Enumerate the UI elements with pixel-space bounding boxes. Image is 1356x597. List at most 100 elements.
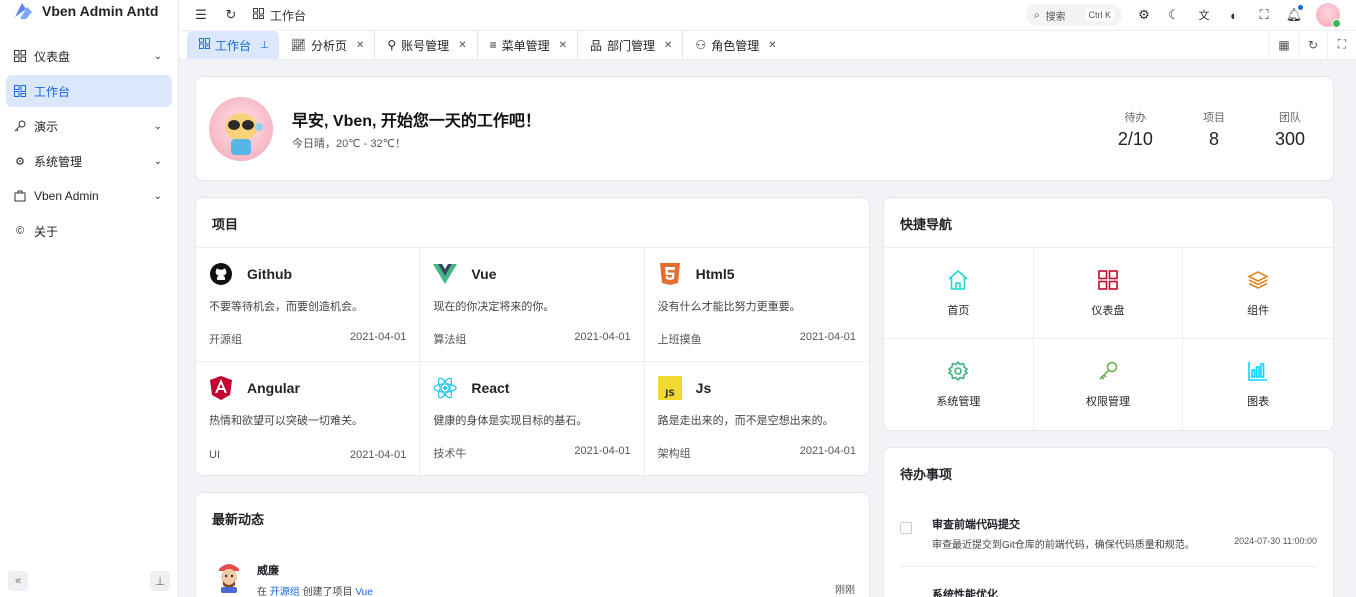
tab-bar: 工作台 ⊥ 📈︎ 分析页 ✕ ⚲ 账号管理 ✕ ≡ 菜单管理 ✕ 品 部门管理 … <box>179 30 1356 60</box>
tab-analytics[interactable]: 📈︎ 分析页 ✕ <box>279 31 376 59</box>
activity-prefix: 在 <box>257 587 267 597</box>
project-item[interactable]: JS Js 路是走出来的，而不是空想出来的。 架构组 2021-04-01 <box>645 362 869 476</box>
dashboard-icon <box>1097 269 1119 294</box>
theme-color-icon[interactable]: ◐ <box>1226 7 1242 23</box>
quick-nav-permissions[interactable]: 权限管理 <box>1034 339 1184 430</box>
todo-title: 系统性能优化 <box>932 589 998 597</box>
stat-label: 待办 <box>1124 112 1147 124</box>
moon-icon[interactable]: ☾ <box>1166 7 1182 23</box>
close-icon[interactable]: ✕ <box>664 40 672 51</box>
chevron-down-icon: ⌄ <box>153 120 162 132</box>
sidebar-item-vben-admin[interactable]: Vben Admin ⌄ <box>6 180 172 212</box>
refresh-icon[interactable]: ↻ <box>1298 30 1327 59</box>
settings-icon[interactable]: ⚙ <box>1136 7 1152 23</box>
project-item[interactable]: Vue 现在的你决定将来的你。 算法组 2021-04-01 <box>420 248 645 362</box>
close-icon[interactable]: ✕ <box>559 40 567 51</box>
pin-icon[interactable]: ⊥ <box>260 40 269 51</box>
card-title: 待办事项 <box>900 467 953 482</box>
welcome-subtitle: 今日晴，20℃ - 32℃！ <box>292 138 406 150</box>
app-title: Vben Admin Antd <box>42 3 159 19</box>
sidebar-item-label: 工作台 <box>34 84 71 99</box>
tab-workspace[interactable]: 工作台 ⊥ <box>187 31 279 59</box>
tab-accounts[interactable]: ⚲ 账号管理 ✕ <box>375 31 478 59</box>
sidebar-item-system[interactable]: ⚙ 系统管理 ⌄ <box>6 145 172 177</box>
github-icon <box>209 262 233 286</box>
quick-nav-system[interactable]: 系统管理 <box>884 339 1034 430</box>
search-button[interactable]: ⌕ 搜索 Ctrl K <box>1026 4 1122 26</box>
key-icon <box>14 120 26 132</box>
project-item[interactable]: Angular 热情和欲望可以突破一切难关。 UI 2021-04-01 <box>196 361 421 475</box>
avatar <box>209 97 273 161</box>
close-icon[interactable]: ✕ <box>768 40 776 51</box>
menu-toggle-icon[interactable]: ☰ <box>193 7 209 23</box>
tab-departments[interactable]: 品 部门管理 ✕ <box>578 31 684 59</box>
app-logo[interactable]: Vben Admin Antd <box>0 0 178 22</box>
fullscreen-icon[interactable]: ⛶ <box>1256 7 1272 23</box>
activity-target-link[interactable]: Vue <box>355 587 372 597</box>
project-item[interactable]: Github 不要等待机会，而要创造机会。 开源组 2021-04-01 <box>196 248 421 362</box>
project-name: Html5 <box>695 266 735 282</box>
gear-icon: ⚙ <box>15 155 25 168</box>
activity-group-link[interactable]: 开源组 <box>270 587 300 597</box>
user-avatar[interactable] <box>1316 3 1341 28</box>
tab-label: 工作台 <box>215 38 252 53</box>
collapse-sidebar-icon[interactable]: « <box>8 571 28 591</box>
grid-icon[interactable]: ▦ <box>1269 30 1298 59</box>
card-title: 最新动态 <box>212 512 265 527</box>
translate-icon[interactable]: 文 <box>1196 7 1212 23</box>
tab-menus[interactable]: ≡ 菜单管理 ✕ <box>478 31 578 59</box>
sidebar-item-label: 演示 <box>34 119 59 134</box>
sidebar-item-label: 仪表盘 <box>34 49 71 64</box>
bar-chart-icon <box>1247 360 1269 385</box>
layers-icon <box>1247 269 1269 294</box>
sidebar-item-label: Vben Admin <box>34 189 99 203</box>
sidebar-item-about[interactable]: © 关于 <box>6 215 172 247</box>
todo-desc: 审查最近提交到Git仓库的前端代码，确保代码质量和规范。 <box>932 540 1195 551</box>
todo-card: 待办事项 审查前端代码提交 审查最近提交到Git仓库的前端代码，确保代码质量和规… <box>883 447 1334 597</box>
breadcrumb[interactable]: 工作台 <box>253 7 306 24</box>
project-date: 2021-04-01 <box>799 330 856 343</box>
chevron-down-icon: ⌄ <box>153 190 162 202</box>
tab-tools: ▦ ↻ ⛶ <box>1269 30 1356 59</box>
chevron-down-icon: ⌄ <box>153 155 162 167</box>
quick-nav-charts[interactable]: 图表 <box>1183 339 1333 430</box>
card-title: 项目 <box>212 217 239 232</box>
stat-label: 团队 <box>1278 112 1301 124</box>
stat-todo: 待办 2/10 <box>1118 109 1153 150</box>
project-date: 2021-04-01 <box>799 445 856 457</box>
close-icon[interactable]: ✕ <box>356 40 364 51</box>
avatar <box>214 559 244 593</box>
project-item[interactable]: React 健康的身体是实现目标的基石。 技术牛 2021-04-01 <box>420 361 645 475</box>
quick-nav-dashboard[interactable]: 仪表盘 <box>1033 248 1184 339</box>
tab-roles[interactable]: ⚇ 角色管理 ✕ <box>683 31 786 59</box>
stat-label: 项目 <box>1202 112 1225 124</box>
todo-checkbox[interactable] <box>900 522 912 534</box>
activity-card: 最新动态 威廉 在 开源组 创建了项目 Vue 刚刚 <box>195 492 870 597</box>
sidebar: Vben Admin Antd 仪表盘 ⌄ 工作台 演示 ⌄ ⚙ 系统管理 ⌄ <box>0 0 179 597</box>
project-grid: Github 不要等待机会，而要创造机会。 开源组 2021-04-01 Vue… <box>196 247 869 475</box>
quick-nav-home[interactable]: 首页 <box>884 248 1034 339</box>
project-name: Angular <box>247 379 300 396</box>
project-desc: 不要等待机会，而要创造机会。 <box>209 301 363 313</box>
tab-label: 账号管理 <box>401 38 450 53</box>
sidebar-item-demo[interactable]: 演示 ⌄ <box>6 110 172 142</box>
maximize-icon[interactable]: ⛶ <box>1327 30 1356 59</box>
card-title: 快捷导航 <box>900 217 953 232</box>
bell-icon[interactable]: 🔔︎ <box>1286 5 1303 23</box>
sidebar-item-workspace[interactable]: 工作台 <box>6 75 172 107</box>
search-label: 搜索 <box>1045 11 1066 23</box>
close-icon[interactable]: ✕ <box>458 40 466 51</box>
quick-nav-label: 图表 <box>1247 396 1270 408</box>
tab-label: 角色管理 <box>711 38 760 53</box>
stat-value: 8 <box>1208 129 1219 149</box>
project-date: 2021-04-01 <box>574 445 631 457</box>
search-shortcut: Ctrl K <box>1085 9 1114 21</box>
refresh-icon[interactable]: ↻ <box>223 7 239 23</box>
sidebar-item-dashboard[interactable]: 仪表盘 ⌄ <box>6 40 172 72</box>
pin-icon[interactable]: ⊥ <box>150 571 170 591</box>
users-icon: ⚇ <box>695 38 707 52</box>
quick-nav-components[interactable]: 组件 <box>1183 248 1333 339</box>
project-item[interactable]: Html5 没有什么才能比努力更重要。 上班摸鱼 2021-04-01 <box>644 248 869 362</box>
sidebar-item-label: 关于 <box>34 224 59 239</box>
project-name: Vue <box>471 266 497 282</box>
